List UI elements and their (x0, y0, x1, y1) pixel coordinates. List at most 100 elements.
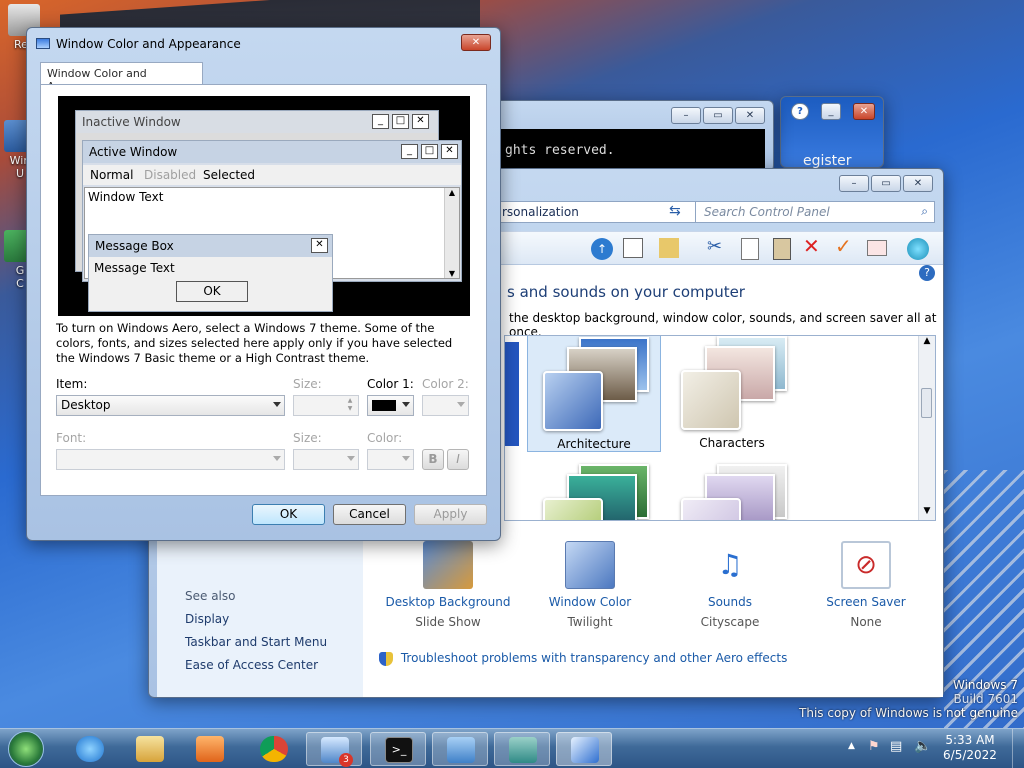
taskbar-internet-explorer[interactable] (62, 732, 118, 766)
show-desktop-button[interactable] (1012, 729, 1024, 768)
bold-button[interactable]: B (422, 449, 444, 470)
network-tray-icon[interactable]: ▤ (890, 739, 902, 754)
item-title[interactable]: Window Color (525, 595, 655, 609)
properties-icon[interactable] (867, 240, 887, 256)
start-button[interactable] (8, 731, 44, 767)
maximize-button[interactable]: ▭ (703, 107, 733, 124)
help-icon[interactable]: ? (919, 265, 935, 281)
theme-thumbnail (677, 336, 787, 430)
search-icon: ⌕ (921, 204, 928, 218)
close-button[interactable]: ✕ (461, 34, 491, 51)
theme-partial-blue[interactable] (505, 342, 519, 446)
theme-item-landscapes[interactable] (527, 460, 661, 520)
font-select[interactable] (56, 449, 285, 470)
help-button[interactable]: ? (791, 103, 809, 120)
menu-normal: Normal (90, 168, 134, 182)
chevron-down-icon (347, 456, 355, 461)
item-title[interactable]: Desktop Background (383, 595, 513, 609)
copy-icon[interactable] (741, 238, 759, 260)
clock-time: 5:33 AM (945, 733, 995, 747)
font-color-picker[interactable] (367, 449, 414, 470)
window-color-icon (571, 737, 599, 763)
theme-item-architecture[interactable]: Architecture (527, 336, 661, 452)
maximize-button[interactable]: ▭ (871, 175, 901, 192)
delete-icon[interactable]: ✕ (803, 234, 820, 258)
color1-picker[interactable] (367, 395, 414, 416)
taskbar-media-player[interactable] (182, 732, 238, 766)
taskbar-window-color[interactable] (556, 732, 612, 766)
checkmark-icon[interactable]: ✓ (835, 234, 852, 258)
taskbar-magnifier[interactable]: 3 (306, 732, 362, 767)
desktop-background-item[interactable]: Desktop Background Slide Show (383, 541, 513, 629)
close-button[interactable]: ✕ (853, 103, 875, 120)
apply-button[interactable]: Apply (414, 504, 487, 525)
close-button[interactable]: ✕ (735, 107, 765, 124)
notification-badge: 3 (339, 753, 353, 767)
ok-button[interactable]: OK (252, 504, 325, 525)
scroll-up-icon[interactable]: ▲ (919, 336, 935, 350)
paste-icon[interactable] (773, 238, 791, 260)
scissors-icon[interactable]: ✂ (707, 236, 722, 257)
refresh-icon[interactable]: ⇆ (669, 203, 681, 219)
menu-disabled: Disabled (144, 168, 197, 182)
link-ease-of-access[interactable]: Ease of Access Center (185, 658, 318, 672)
minimize-button[interactable]: – (839, 175, 869, 192)
search-input[interactable]: Search Control Panel ⌕ (695, 201, 935, 223)
theme-item-characters[interactable]: Characters (665, 336, 799, 452)
scroll-thumb[interactable] (921, 388, 932, 418)
theme-list[interactable]: Architecture Characters ▲ ▼ (504, 335, 936, 521)
link-display[interactable]: Display (185, 612, 229, 626)
taskbar-explorer[interactable] (122, 732, 178, 766)
volume-icon[interactable]: 🔈 (914, 738, 931, 754)
troubleshoot-row[interactable]: Troubleshoot problems with transparency … (379, 651, 787, 666)
show-hidden-icon[interactable]: ▲ (848, 741, 855, 751)
up-icon[interactable]: ↑ (591, 238, 613, 260)
size-stepper[interactable]: ▲ ▼ (293, 395, 359, 416)
register-window[interactable]: ? _ ✕ egister (780, 96, 884, 169)
link-taskbar-start-menu[interactable]: Taskbar and Start Menu (185, 635, 327, 649)
scroll-down-icon[interactable]: ▼ (919, 506, 935, 520)
check-folder-icon[interactable] (659, 238, 679, 258)
preview-menu: Normal Disabled Selected (83, 165, 461, 185)
cancel-button[interactable]: Cancel (333, 504, 406, 525)
theme-name: Architecture (557, 437, 631, 451)
register-link[interactable]: egister (803, 153, 852, 169)
console-icon: >_ (385, 737, 413, 763)
minimize-button[interactable]: – (671, 107, 701, 124)
color2-picker[interactable] (422, 395, 469, 416)
minimize-button[interactable]: _ (821, 103, 841, 120)
search-placeholder: Search Control Panel (704, 205, 830, 219)
taskbar-command-prompt[interactable]: >_ (370, 732, 426, 766)
clock[interactable]: 5:33 AM 6/5/2022 (940, 733, 1000, 763)
layout-icon[interactable] (623, 238, 643, 258)
dialog-app-icon (36, 38, 50, 49)
theme-item-nature[interactable] (665, 460, 799, 520)
taskbar-network[interactable] (494, 732, 550, 766)
taskbar-control-panel[interactable] (432, 732, 488, 766)
screen-saver-item[interactable]: ⊘ Screen Saver None (801, 541, 931, 629)
theme-list-scrollbar[interactable]: ▲ ▼ (918, 336, 935, 520)
window-color-item[interactable]: Window Color Twilight (525, 541, 655, 629)
font-size-select[interactable] (293, 449, 359, 470)
size-label: Size: (293, 377, 322, 391)
item-title[interactable]: Sounds (665, 595, 795, 609)
aero-info-text: To turn on Windows Aero, select a Window… (56, 321, 453, 365)
chevron-down-icon (273, 402, 281, 407)
item-subtitle: None (850, 615, 882, 629)
item-title[interactable]: Screen Saver (801, 595, 931, 609)
globe-icon[interactable] (907, 238, 929, 260)
italic-button[interactable]: I (447, 449, 469, 470)
item-select[interactable]: Desktop (56, 395, 285, 416)
close-button[interactable]: ✕ (903, 175, 933, 192)
sounds-item[interactable]: ♫ Sounds Cityscape (665, 541, 795, 629)
tab-window-color-appearance[interactable]: Window Color and Appearance (40, 62, 203, 93)
maximize-icon: □ (392, 114, 409, 129)
appearance-preview[interactable]: Inactive Window _ □ ✕ Active Window _ □ … (58, 96, 470, 316)
action-center-icon[interactable]: ⚑ (868, 739, 880, 754)
dialog-panel: Inactive Window _ □ ✕ Active Window _ □ … (40, 84, 487, 496)
window-color-dialog[interactable]: Window Color and Appearance ✕ Window Col… (26, 27, 501, 541)
troubleshoot-link[interactable]: Troubleshoot problems with transparency … (401, 651, 788, 665)
media-player-icon (196, 736, 224, 762)
console-text: ghts reserved. (505, 143, 615, 158)
taskbar-chrome[interactable] (246, 732, 302, 766)
